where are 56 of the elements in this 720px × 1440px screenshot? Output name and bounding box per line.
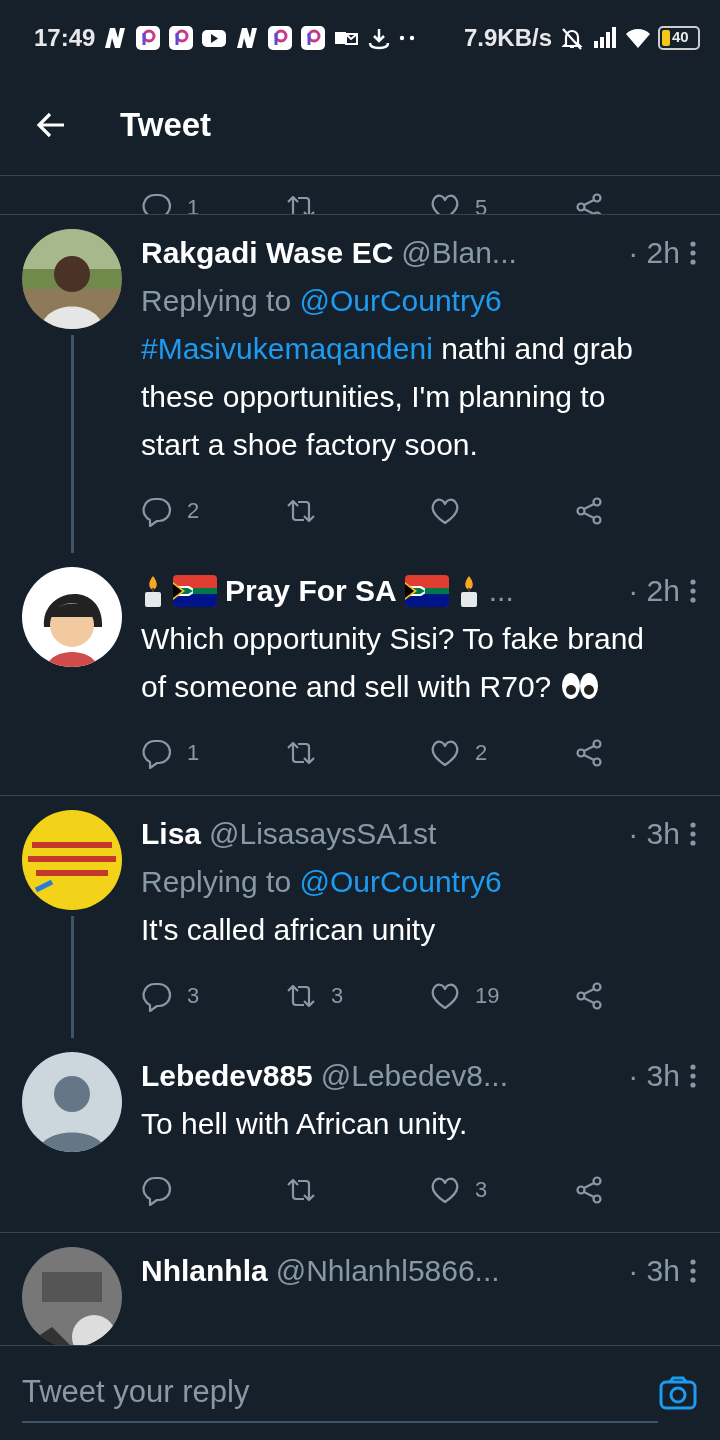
count: 19 bbox=[475, 982, 500, 1010]
timestamp: · 3h bbox=[628, 1058, 680, 1094]
hashtag-link[interactable]: #Masivukemaqandeni bbox=[141, 332, 433, 365]
user-name: Rakgadi Wase EC bbox=[141, 235, 394, 271]
reply-icon[interactable] bbox=[141, 191, 173, 214]
more-icon[interactable] bbox=[688, 576, 698, 606]
more-icon[interactable] bbox=[688, 238, 698, 268]
timestamp: · 2h bbox=[628, 235, 680, 271]
more-icon[interactable] bbox=[688, 1256, 698, 1286]
user-handle: @LisasaysSA1st bbox=[209, 816, 437, 852]
count: 3 bbox=[331, 982, 344, 1010]
count: 2 bbox=[187, 497, 200, 525]
reply-field[interactable]: Tweet your reply bbox=[22, 1362, 658, 1424]
count: 3 bbox=[475, 1176, 488, 1204]
more-icon[interactable] bbox=[688, 819, 698, 849]
clock: 17:49 bbox=[34, 22, 96, 53]
tweet-text: It's called african unity bbox=[141, 912, 437, 948]
mention-link[interactable]: @OurCountry6 bbox=[299, 865, 502, 898]
p-app-icon bbox=[135, 24, 162, 51]
timestamp: · 3h bbox=[628, 816, 680, 852]
more-icon[interactable] bbox=[688, 1061, 698, 1091]
user-handle: @Nhlanhl5866... bbox=[275, 1253, 500, 1289]
reply-icon[interactable] bbox=[141, 1174, 173, 1206]
user-name: Nhlanhla bbox=[141, 1253, 268, 1289]
user-name: Pray For SA bbox=[225, 573, 397, 609]
tweet-text: To hell with African unity. bbox=[141, 1106, 469, 1142]
page-title: Tweet bbox=[120, 105, 212, 146]
network-speed: 7.9KB/s bbox=[463, 22, 552, 53]
dots-icon bbox=[399, 34, 416, 41]
replying-to-text: Replying to @OurCountry6 bbox=[141, 283, 503, 319]
count: 1 bbox=[187, 193, 200, 214]
camera-icon[interactable] bbox=[658, 1375, 698, 1411]
battery-icon: 40 bbox=[658, 25, 700, 50]
user-name: Lebedev885 bbox=[141, 1058, 313, 1094]
user-handle: @Blan... bbox=[401, 235, 517, 271]
mention-link[interactable]: @OurCountry6 bbox=[299, 284, 502, 317]
tweet-text: Which opportunity Sisi? To fake brand of someone and sell with R70? bbox=[141, 621, 646, 705]
replying-to-text: Replying to @OurCountry6 bbox=[141, 864, 503, 900]
user-name: Lisa bbox=[141, 816, 202, 852]
timestamp: · 2h bbox=[628, 573, 680, 609]
signal-icon bbox=[592, 24, 618, 51]
user-handle: @Lebedev8... bbox=[320, 1058, 509, 1094]
share-icon[interactable] bbox=[573, 737, 605, 769]
reply-icon[interactable] bbox=[141, 737, 173, 769]
count: 2 bbox=[475, 739, 488, 767]
count: 5 bbox=[475, 193, 488, 214]
tweet-text: #Masivukemaqandeni nathi and grab these opportunities, I'm planning to start a shoe factory soon. bbox=[141, 331, 634, 463]
reply-icon[interactable] bbox=[141, 980, 173, 1012]
p-app-icon bbox=[168, 24, 195, 51]
reply-icon[interactable] bbox=[141, 495, 173, 527]
count: 1 bbox=[187, 739, 200, 767]
p-app-icon bbox=[300, 24, 327, 51]
count: 3 bbox=[187, 982, 200, 1010]
p-app-icon bbox=[267, 24, 294, 51]
user-handle: ... bbox=[488, 573, 514, 609]
timestamp: · 3h bbox=[628, 1253, 680, 1289]
